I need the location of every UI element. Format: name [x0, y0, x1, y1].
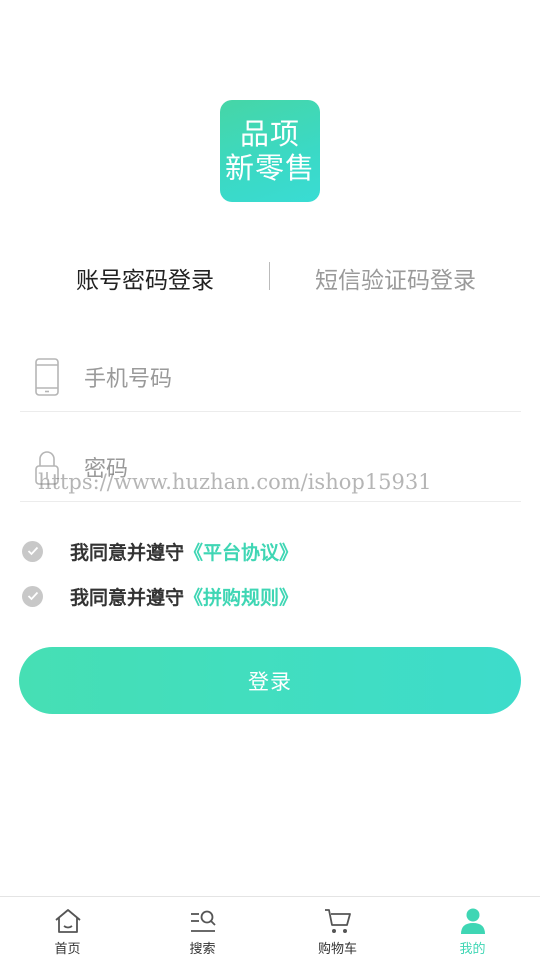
tab-password-login[interactable]: 账号密码登录 — [40, 258, 250, 304]
nav-search-label: 搜索 — [189, 942, 216, 957]
cart-icon — [324, 909, 351, 933]
phone-field — [20, 346, 521, 412]
check-icon — [27, 591, 38, 601]
agreement-text: 我同意并遵守 — [70, 541, 185, 564]
login-button[interactable]: 登录 — [19, 647, 521, 714]
home-icon — [54, 909, 81, 933]
lock-icon — [35, 451, 59, 485]
agreement-platform: 我同意并遵守 《平台协议》 — [22, 536, 298, 566]
password-input[interactable] — [84, 446, 504, 492]
search-icon — [190, 910, 216, 932]
agree-platform-checkbox[interactable] — [22, 540, 43, 562]
bottom-nav: 首页 搜索 购物车 我的 — [0, 896, 540, 960]
phone-input[interactable] — [84, 356, 504, 402]
agreement-rules: 我同意并遵守 《拼购规则》 — [22, 581, 298, 611]
agreement-text: 我同意并遵守 — [70, 586, 185, 609]
nav-home-label: 首页 — [54, 942, 81, 957]
app-logo: 品项 新零售 — [220, 100, 320, 202]
nav-cart-label: 购物车 — [317, 942, 357, 957]
platform-agreement-link[interactable]: 《平台协议》 — [184, 538, 298, 565]
check-icon — [27, 546, 38, 556]
nav-search[interactable]: 搜索 — [135, 897, 270, 960]
tab-divider — [269, 262, 270, 290]
nav-profile[interactable]: 我的 — [405, 897, 540, 960]
phone-icon — [35, 358, 59, 396]
logo-line-1: 品项 — [239, 117, 300, 151]
password-field — [20, 436, 521, 502]
group-buy-rules-link[interactable]: 《拼购规则》 — [184, 583, 298, 610]
login-page: 品项 新零售 账号密码登录 短信验证码登录 https://www.huzhan… — [0, 0, 540, 960]
user-icon — [460, 908, 485, 934]
agree-rules-checkbox[interactable] — [22, 585, 43, 607]
tab-sms-login[interactable]: 短信验证码登录 — [288, 258, 503, 304]
logo-line-2: 新零售 — [224, 151, 315, 185]
nav-home[interactable]: 首页 — [0, 897, 135, 960]
login-tabs: 账号密码登录 短信验证码登录 — [0, 258, 540, 304]
nav-profile-label: 我的 — [459, 942, 486, 957]
nav-cart[interactable]: 购物车 — [270, 897, 405, 960]
